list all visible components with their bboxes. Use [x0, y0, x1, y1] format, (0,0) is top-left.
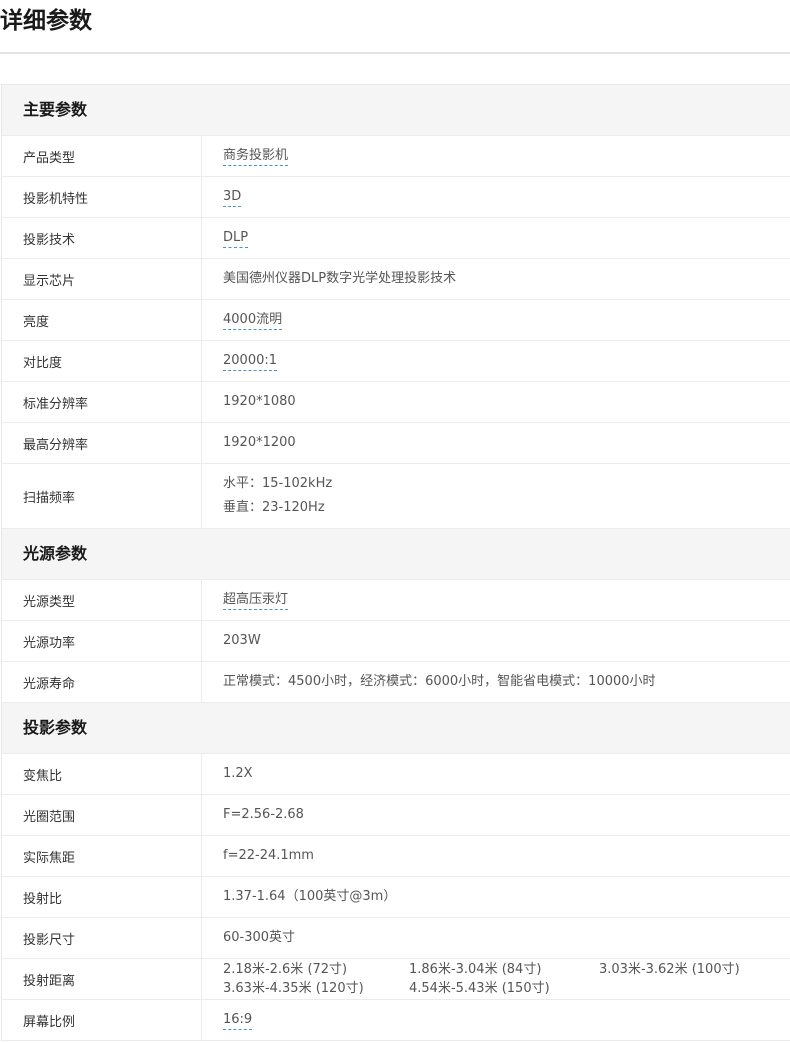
spec-table: 主要参数 产品类型 商务投影机 投影机特性 3D 投影技术 DLP 显示芯片 美… — [1, 84, 790, 1041]
spec-label: 投射距离 — [2, 959, 202, 999]
spec-row-projection-size: 投影尺寸 60-300英寸 — [2, 918, 790, 959]
spec-value: 正常模式：4500小时，经济模式：6000小时，智能省电模式：10000小时 — [223, 674, 656, 689]
spec-row-focal-length: 实际焦距 f=22-24.1mm — [2, 836, 790, 877]
spec-value: 1920*1080 — [223, 394, 296, 409]
throw-distance-item: 3.63米-4.35米 (120寸) — [223, 981, 364, 996]
spec-row-scan-frequency: 扫描频率 水平：15-102kHz 垂直：23-120Hz — [2, 464, 790, 529]
spec-label: 屏幕比例 — [2, 1000, 202, 1040]
section-header-main: 主要参数 — [2, 85, 790, 136]
spec-row-zoom-ratio: 变焦比 1.2X — [2, 754, 790, 795]
spec-row-feature: 投影机特性 3D — [2, 177, 790, 218]
spec-value-link[interactable]: 商务投影机 — [223, 147, 289, 166]
spec-row-aspect-ratio: 屏幕比例 16:9 — [2, 1000, 790, 1041]
spec-row-throw-ratio: 投射比 1.37-1.64（100英寸@3m） — [2, 877, 790, 918]
spec-label: 光源类型 — [2, 580, 202, 620]
spec-row-max-resolution: 最高分辨率 1920*1200 — [2, 423, 790, 464]
spec-label: 产品类型 — [2, 136, 202, 176]
spec-value: 60-300英寸 — [223, 930, 296, 945]
spec-row-brightness: 亮度 4000流明 — [2, 300, 790, 341]
spec-value: 1.2X — [223, 766, 253, 781]
spec-row-technology: 投影技术 DLP — [2, 218, 790, 259]
spec-value: 1.37-1.64（100英寸@3m） — [223, 889, 397, 904]
spec-row-light-type: 光源类型 超高压汞灯 — [2, 580, 790, 621]
page-title: 详细参数 — [0, 8, 92, 34]
throw-distance-item: 1.86米-3.04米 (84寸) — [409, 962, 542, 977]
spec-label: 投影尺寸 — [2, 918, 202, 958]
spec-label: 对比度 — [2, 341, 202, 381]
spec-row-throw-distance: 投射距离 2.18米-2.6米 (72寸) 1.86米-3.04米 (84寸) … — [2, 959, 790, 1000]
throw-distance-grid: 2.18米-2.6米 (72寸) 1.86米-3.04米 (84寸) 3.03米… — [223, 960, 790, 998]
section-header-projection: 投影参数 — [2, 703, 790, 754]
spec-label: 亮度 — [2, 300, 202, 340]
spec-row-contrast: 对比度 20000:1 — [2, 341, 790, 382]
spec-value: 1920*1200 — [223, 435, 296, 450]
spec-value-vertical: 垂直：23-120Hz — [223, 500, 325, 515]
section-header-light-source: 光源参数 — [2, 529, 790, 580]
spec-row-product-type: 产品类型 商务投影机 — [2, 136, 790, 177]
spec-label: 投影机特性 — [2, 177, 202, 217]
spec-label: 投影技术 — [2, 218, 202, 258]
throw-distance-item: 4.54米-5.43米 (150寸) — [409, 981, 550, 996]
spec-label: 投射比 — [2, 877, 202, 917]
spec-label: 显示芯片 — [2, 259, 202, 299]
spec-value: f=22-24.1mm — [223, 848, 314, 863]
title-divider — [0, 52, 790, 54]
spec-row-aperture: 光圈范围 F=2.56-2.68 — [2, 795, 790, 836]
spec-value-link[interactable]: 3D — [223, 188, 242, 207]
throw-distance-item: 3.03米-3.62米 (100寸) — [599, 962, 740, 977]
spec-label: 最高分辨率 — [2, 423, 202, 463]
spec-row-light-life: 光源寿命 正常模式：4500小时，经济模式：6000小时，智能省电模式：1000… — [2, 662, 790, 703]
spec-label: 光源功率 — [2, 621, 202, 661]
spec-row-standard-resolution: 标准分辨率 1920*1080 — [2, 382, 790, 423]
spec-label: 实际焦距 — [2, 836, 202, 876]
spec-label: 光源寿命 — [2, 662, 202, 702]
throw-distance-item: 2.18米-2.6米 (72寸) — [223, 962, 348, 977]
spec-label: 标准分辨率 — [2, 382, 202, 422]
spec-row-chip: 显示芯片 美国德州仪器DLP数字光学处理投影技术 — [2, 259, 790, 300]
spec-value-link[interactable]: 超高压汞灯 — [223, 591, 289, 610]
spec-value-horizontal: 水平：15-102kHz — [223, 476, 333, 491]
spec-value-link[interactable]: 4000流明 — [223, 311, 283, 330]
spec-value-link[interactable]: 16:9 — [223, 1011, 253, 1030]
spec-value: F=2.56-2.68 — [223, 807, 304, 822]
spec-value-link[interactable]: DLP — [223, 229, 249, 248]
spec-label: 变焦比 — [2, 754, 202, 794]
spec-label: 扫描频率 — [2, 464, 202, 528]
spec-row-light-power: 光源功率 203W — [2, 621, 790, 662]
spec-value: 美国德州仪器DLP数字光学处理投影技术 — [223, 271, 457, 286]
spec-value: 203W — [223, 633, 261, 648]
spec-value-link[interactable]: 20000:1 — [223, 352, 278, 371]
spec-label: 光圈范围 — [2, 795, 202, 835]
